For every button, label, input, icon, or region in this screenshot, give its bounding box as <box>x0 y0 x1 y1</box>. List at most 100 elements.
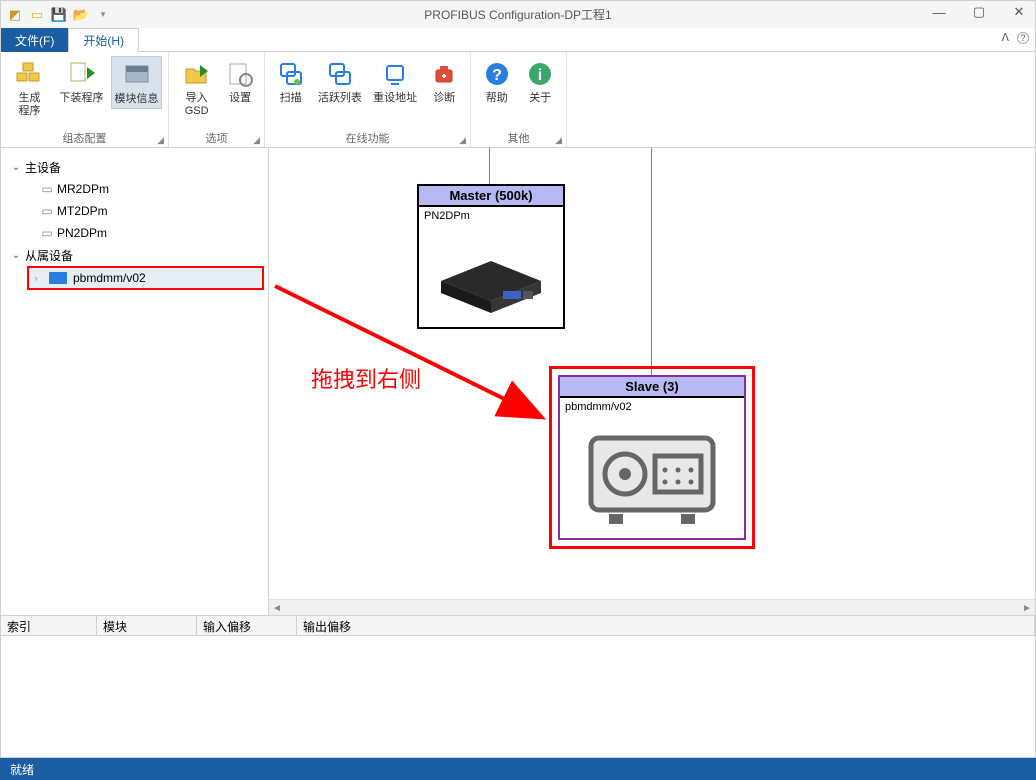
btn-active-list[interactable]: 活跃列表 <box>314 56 365 107</box>
module-info-icon <box>121 59 153 91</box>
qat-open-icon[interactable]: 📂 <box>73 7 89 23</box>
title-bar: ◩ ▭ 💾 📂 ▾ PROFIBUS Configuration-DP工程1 ―… <box>0 0 1036 28</box>
group-online-launcher[interactable]: ◢ <box>459 135 466 146</box>
group-config-title: 组态配置 <box>63 130 107 146</box>
tree-master-label: 主设备 <box>23 159 61 176</box>
master-device-box[interactable]: Master (500k) PN2DPm <box>417 184 565 329</box>
device-tree[interactable]: ⌄ 主设备 ▭MR2DPm ▭MT2DPm ▭PN2DPm ⌄ 从属设备 › p… <box>0 148 268 616</box>
slave-drop-highlight: Slave (3) pbmdmm/v02 <box>549 366 755 549</box>
diagnose-icon <box>428 58 460 90</box>
ribbon: 生成 程序 下装程序 模块信息 组态配置◢ 导入 G <box>0 52 1036 148</box>
btn-module-info-label: 模块信息 <box>115 93 159 106</box>
grid-body[interactable] <box>1 636 1035 757</box>
btn-help[interactable]: ? 帮助 <box>477 56 517 107</box>
group-config-launcher[interactable]: ◢ <box>157 135 164 146</box>
ribbon-group-config: 生成 程序 下装程序 模块信息 组态配置 ◢ <box>1 52 169 147</box>
btn-scan[interactable]: 扫描 <box>271 56 310 107</box>
status-bar: 就绪 <box>0 758 1036 780</box>
device-icon: ▭ <box>39 204 55 218</box>
bus-line <box>651 148 652 378</box>
btn-help-label: 帮助 <box>486 92 508 105</box>
tree-item-mr2dpm[interactable]: ▭MR2DPm <box>25 178 268 200</box>
btn-download[interactable]: 下装程序 <box>56 56 107 107</box>
about-icon: i <box>524 58 556 90</box>
tree-slave-label: 从属设备 <box>23 247 73 264</box>
app-icon: ◩ <box>7 7 23 23</box>
close-button[interactable]: ✕ <box>1007 2 1031 22</box>
expand-icon[interactable]: ⌄ <box>9 250 23 261</box>
generate-icon <box>14 58 46 90</box>
slave-image <box>560 416 744 538</box>
ribbon-tabs: 文件(F) 开始(H) ᐱ ? <box>0 28 1036 52</box>
qat-new-icon[interactable]: ▭ <box>29 7 45 23</box>
btn-settings-label: 设置 <box>229 92 251 105</box>
group-other-title: 其他 <box>508 130 530 146</box>
btn-settings[interactable]: 设置 <box>222 56 258 107</box>
col-input-offset[interactable]: 输入偏移 <box>197 616 297 635</box>
master-subtitle: PN2DPm <box>419 207 563 225</box>
ribbon-group-other: ? 帮助 i 关于 其他 ◢ <box>471 52 567 147</box>
tree-item-pn2dpm[interactable]: ▭PN2DPm <box>25 222 268 244</box>
settings-icon <box>224 58 256 90</box>
scroll-left-icon[interactable]: ◄ <box>269 600 285 616</box>
reset-addr-icon <box>379 58 411 90</box>
drag-annotation: 拖拽到右侧 <box>311 362 421 394</box>
btn-generate-label: 生成 程序 <box>19 92 41 118</box>
group-options-title: 选项 <box>206 130 228 146</box>
btn-about-label: 关于 <box>529 92 551 105</box>
canvas-hscrollbar[interactable]: ◄ ► <box>269 599 1035 615</box>
slave-subtitle: pbmdmm/v02 <box>560 398 744 416</box>
device-icon: ▭ <box>39 182 55 196</box>
tree-item-pbmdmm[interactable]: › pbmdmm/v02 <box>27 266 264 290</box>
expand-icon[interactable]: ⌄ <box>9 162 23 173</box>
ribbon-help-icon[interactable]: ? <box>1017 32 1029 44</box>
tree-master-root[interactable]: ⌄ 主设备 <box>1 156 268 178</box>
expand-icon[interactable]: › <box>29 273 43 283</box>
btn-scan-label: 扫描 <box>280 92 302 105</box>
tab-start[interactable]: 开始(H) <box>68 28 139 52</box>
qat-dropdown-icon[interactable]: ▾ <box>95 7 111 23</box>
svg-text:?: ? <box>492 67 502 84</box>
btn-module-info[interactable]: 模块信息 <box>111 56 162 109</box>
btn-about[interactable]: i 关于 <box>521 56 561 107</box>
tree-slave-root[interactable]: ⌄ 从属设备 <box>1 244 268 266</box>
ribbon-group-options: 导入 GSD 设置 选项 ◢ <box>169 52 265 147</box>
bus-line <box>489 148 490 184</box>
group-other-launcher[interactable]: ◢ <box>555 135 562 146</box>
btn-reset-addr-label: 重设地址 <box>373 92 417 105</box>
master-image <box>419 225 563 327</box>
btn-import-gsd[interactable]: 导入 GSD <box>175 56 218 120</box>
ribbon-group-online: 扫描 活跃列表 重设地址 诊断 在线功能 ◢ <box>265 52 471 147</box>
active-list-icon <box>324 58 356 90</box>
btn-reset-addr[interactable]: 重设地址 <box>370 56 421 107</box>
master-title: Master (500k) <box>419 186 563 207</box>
maximize-button[interactable]: ▢ <box>967 2 991 22</box>
scan-icon <box>275 58 307 90</box>
col-module[interactable]: 模块 <box>97 616 197 635</box>
col-index[interactable]: 索引 <box>1 616 97 635</box>
btn-generate[interactable]: 生成 程序 <box>7 56 52 120</box>
device-icon: ▭ <box>39 226 55 240</box>
group-options-launcher[interactable]: ◢ <box>253 135 260 146</box>
window-title: PROFIBUS Configuration-DP工程1 <box>1 6 1035 23</box>
module-grid: 索引 模块 输入偏移 输出偏移 <box>0 616 1036 758</box>
minimize-button[interactable]: ― <box>927 2 951 22</box>
slave-title: Slave (3) <box>560 377 744 398</box>
grid-header: 索引 模块 输入偏移 输出偏移 <box>1 616 1035 636</box>
scroll-right-icon[interactable]: ► <box>1019 600 1035 616</box>
help-icon: ? <box>481 58 513 90</box>
tab-file[interactable]: 文件(F) <box>1 28 68 52</box>
group-online-title: 在线功能 <box>346 130 390 146</box>
quick-access-toolbar: ◩ ▭ 💾 📂 ▾ <box>1 7 111 23</box>
qat-save-icon[interactable]: 💾 <box>51 7 67 23</box>
import-gsd-icon <box>181 58 213 90</box>
topology-canvas[interactable]: Master (500k) PN2DPm 拖拽到右侧 <box>269 148 1035 599</box>
download-icon <box>66 58 98 90</box>
btn-import-gsd-label: 导入 GSD <box>185 92 209 118</box>
ribbon-collapse-icon[interactable]: ᐱ <box>1001 31 1009 44</box>
btn-diagnose[interactable]: 诊断 <box>425 56 464 107</box>
col-output-offset[interactable]: 输出偏移 <box>297 616 1035 635</box>
tree-item-mt2dpm[interactable]: ▭MT2DPm <box>25 200 268 222</box>
btn-diagnose-label: 诊断 <box>433 92 455 105</box>
slave-device-box[interactable]: Slave (3) pbmdmm/v02 <box>558 375 746 540</box>
